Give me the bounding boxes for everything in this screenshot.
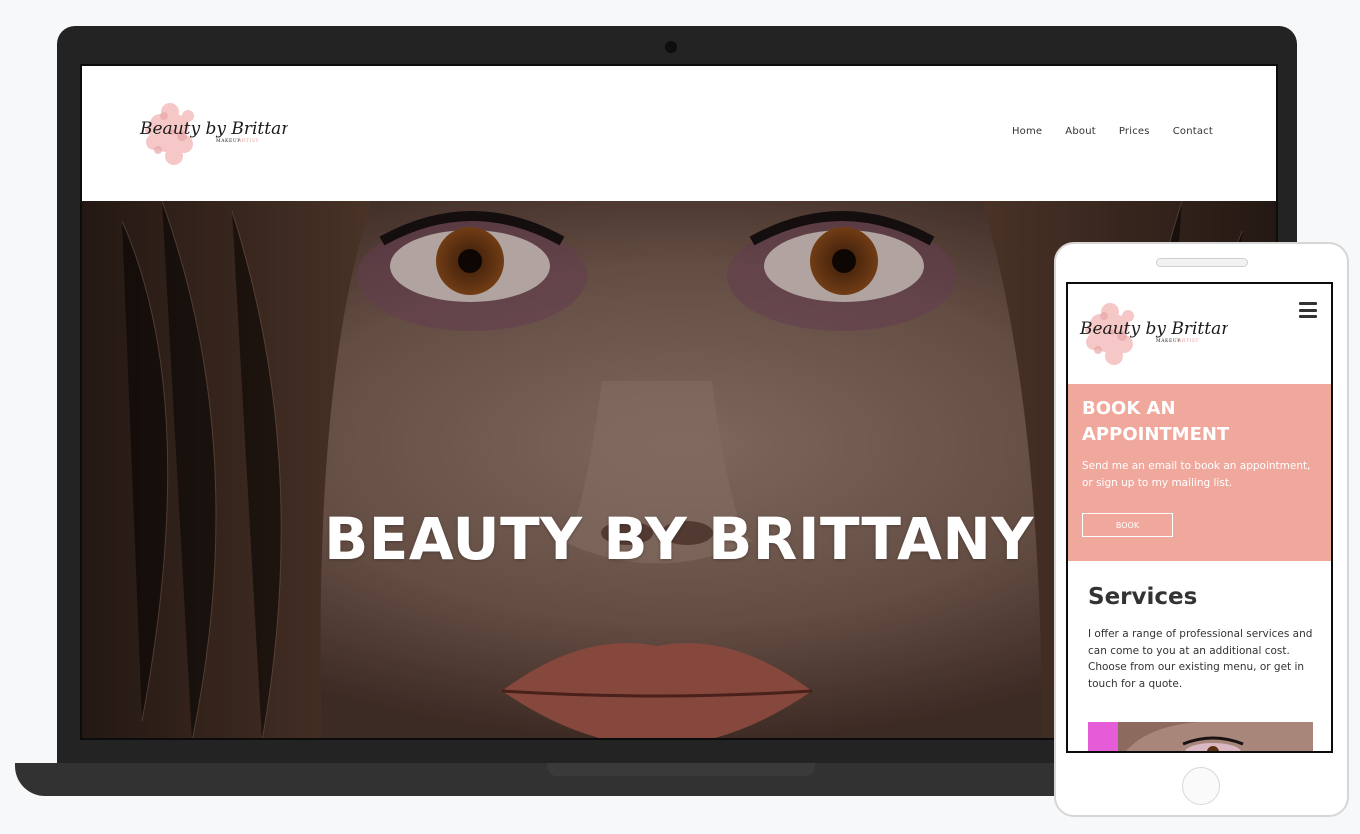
book-title: BOOK AN APPOINTMENT [1082, 398, 1230, 445]
services-text: I offer a range of professional services… [1088, 628, 1313, 690]
mobile-logo-script: Beauty by Brittany [1079, 319, 1228, 339]
phone-home-button[interactable] [1182, 767, 1220, 805]
book-text: Send me an email to book an appointment,… [1082, 460, 1311, 489]
book-appointment-section: BOOK AN APPOINTMENT Send me an email to … [1068, 384, 1331, 561]
services-image [1088, 722, 1313, 751]
nav-prices[interactable]: Prices [1119, 126, 1150, 137]
nav-contact[interactable]: Contact [1173, 126, 1213, 137]
nav-about[interactable]: About [1065, 126, 1096, 137]
main-nav: Home About Prices Contact [1012, 126, 1213, 137]
mobile-site-logo[interactable]: Beauty by Brittany MAKEUP ARTIST [1078, 294, 1242, 372]
site-logo[interactable]: Beauty by Brittany MAKEUP ARTIST [138, 94, 302, 172]
mobile-header: Beauty by Brittany MAKEUP ARTIST [1068, 284, 1331, 384]
logo-subtitle-artist: ARTIST [237, 138, 259, 144]
site-header: Beauty by Brittany MAKEUP ARTIST Home Ab… [82, 66, 1276, 201]
book-button[interactable]: BOOK [1082, 513, 1173, 537]
laptop-camera [665, 41, 677, 53]
mobile-logo-subtitle-artist: ARTIST [1177, 338, 1199, 344]
services-title: Services [1088, 584, 1198, 610]
nav-home[interactable]: Home [1012, 126, 1042, 137]
phone-speaker [1156, 258, 1248, 267]
mobile-site: Beauty by Brittany MAKEUP ARTIST BOOK AN… [1066, 282, 1333, 753]
laptop-notch [547, 763, 815, 776]
hamburger-menu-icon[interactable] [1299, 302, 1317, 318]
logo-script: Beauty by Brittany [139, 119, 288, 139]
